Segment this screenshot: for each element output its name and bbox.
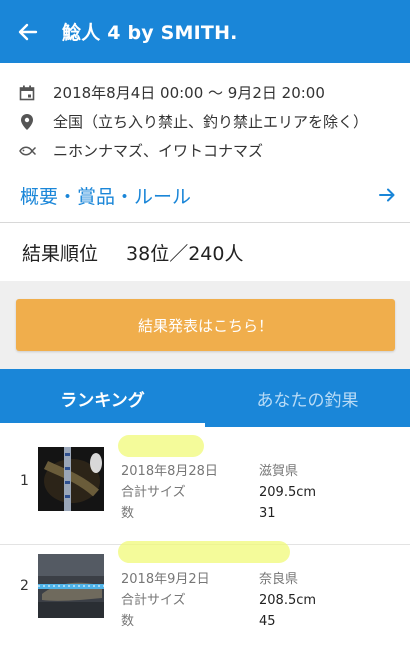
fish-icon	[18, 142, 36, 160]
ranking-entry[interactable]: 1 2018年8月28日 合計サイズ 数 滋賀県 209.5cm 31	[0, 427, 410, 545]
area-row: 全国（立ち入り禁止、釣り禁止エリアを除く）	[18, 111, 368, 132]
entry-date: 2018年9月2日	[121, 572, 210, 587]
catch-photo	[38, 554, 104, 618]
back-button[interactable]	[0, 0, 56, 63]
page-title: 鯰人 4 by SMITH.	[62, 22, 238, 44]
size-label: 合計サイズ	[121, 485, 186, 500]
result-button-area: 結果発表はこちら！	[0, 281, 410, 369]
entry-size: 208.5cm	[259, 593, 317, 608]
tournament-info: 2018年8月4日 00:00 〜 9月2日 20:00 全国（立ち入り禁止、釣…	[0, 63, 410, 223]
entry-rank: 1	[20, 473, 29, 489]
count-label: 数	[121, 506, 135, 521]
app-bar: 鯰人 4 by SMITH.	[0, 0, 410, 63]
entry-labels: 2018年8月28日 合計サイズ 数	[121, 461, 218, 524]
result-announcement-button[interactable]: 結果発表はこちら！	[16, 299, 395, 351]
tab-my-catches[interactable]: あなたの釣果	[205, 369, 410, 427]
catch-photo	[38, 447, 104, 511]
result-rank-row: 結果順位 38位／240人	[0, 224, 410, 280]
entry-date: 2018年8月28日	[121, 464, 218, 479]
arrow-back-icon	[18, 23, 38, 40]
rank-label: 結果順位	[22, 242, 99, 265]
species-text: ニホンナマズ、イワトコナマズ	[53, 142, 264, 160]
entry-prefecture: 奈良県	[259, 572, 299, 587]
date-row: 2018年8月4日 00:00 〜 9月2日 20:00	[18, 82, 325, 103]
ranking-entry[interactable]: 2 2018年9月2日 合計サイズ 数 奈良県 208.5cm 45	[0, 541, 410, 653]
tab-bar: ランキング あなたの釣果	[0, 369, 410, 427]
calendar-icon	[18, 84, 36, 102]
entry-count: 45	[259, 614, 276, 629]
entry-values: 滋賀県 209.5cm 31	[259, 461, 316, 524]
entry-rank: 2	[20, 578, 29, 594]
username-highlight	[118, 541, 290, 563]
ranking-list: 1 2018年8月28日 合計サイズ 数 滋賀県 209.5cm 31 2 20…	[0, 427, 410, 640]
species-row: ニホンナマズ、イワトコナマズ	[18, 140, 263, 161]
date-range: 2018年8月4日 00:00 〜 9月2日 20:00	[53, 84, 325, 102]
rank-value: 38位／240人	[126, 242, 244, 265]
arrow-forward-icon	[379, 188, 395, 202]
count-label: 数	[121, 614, 135, 629]
entry-count: 31	[259, 506, 276, 521]
entry-size: 209.5cm	[259, 485, 317, 500]
area-text: 全国（立ち入り禁止、釣り禁止エリアを除く）	[53, 113, 369, 131]
overview-link[interactable]: 概要・賞品・ルール	[0, 178, 410, 212]
overview-link-label: 概要・賞品・ルール	[20, 185, 192, 208]
location-pin-icon	[18, 113, 36, 131]
tab-ranking[interactable]: ランキング	[0, 369, 205, 427]
entry-labels: 2018年9月2日 合計サイズ 数	[121, 569, 210, 632]
username-highlight	[118, 435, 204, 457]
entry-prefecture: 滋賀県	[259, 464, 299, 479]
entry-values: 奈良県 208.5cm 45	[259, 569, 316, 632]
size-label: 合計サイズ	[121, 593, 186, 608]
